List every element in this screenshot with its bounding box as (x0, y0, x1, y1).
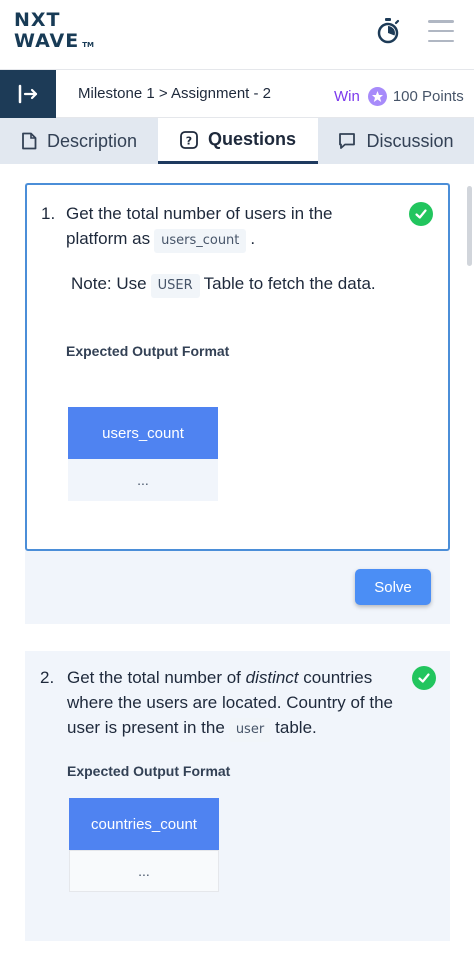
solve-button[interactable]: Solve (355, 569, 431, 605)
tab-questions[interactable]: ? Questions (158, 118, 318, 164)
code-user-table: USER (150, 274, 200, 298)
expected-output-label: Expected Output Format (66, 343, 230, 359)
win-label: Win (334, 88, 360, 105)
tab-discussion[interactable]: Discussion (318, 118, 474, 164)
logo-line2: WAVE TM (14, 30, 94, 52)
table-header: countries_count (69, 798, 219, 850)
question-1-text: Get the total number of users in the pla… (66, 201, 376, 253)
stopwatch-icon[interactable] (374, 17, 402, 45)
tab-discussion-label: Discussion (366, 130, 454, 151)
tab-questions-label: Questions (207, 129, 296, 149)
expected-output-table: countries_count ... (69, 798, 219, 892)
table-cell: ... (68, 459, 218, 501)
code-users-count: users_count (154, 229, 247, 253)
logo-line1: NXT (14, 9, 61, 31)
scrollbar[interactable] (467, 186, 472, 266)
completed-check-icon (412, 666, 436, 690)
table-cell: ... (69, 850, 219, 892)
points-value: 100 Points (392, 88, 464, 105)
table-header: users_count (68, 407, 218, 459)
top-bar: NXT WAVE TM (0, 0, 474, 70)
question-1-card[interactable]: 1. Get the total number of users in the … (25, 183, 450, 551)
expected-output-table: users_count ... (68, 407, 218, 501)
breadcrumb-bar: Milestone 1 > Assignment - 2 Win 100 Poi… (0, 70, 474, 118)
question-1-note: Note: Use USER Table to fetch the data. (66, 271, 396, 298)
tab-description[interactable]: Description (0, 118, 158, 164)
collapse-sidebar-button[interactable] (0, 70, 56, 118)
tab-description-label: Description (46, 130, 138, 151)
collapse-sidebar-icon (18, 84, 38, 104)
completed-check-icon (409, 202, 433, 226)
question-1-section: 1. Get the total number of users in the … (25, 183, 450, 624)
points-coin-icon (367, 87, 387, 106)
question-2-section[interactable]: 2. Get the total number of distinct coun… (25, 651, 450, 941)
question-icon: ? (180, 130, 198, 149)
question-2-text: Get the total number of distinct countri… (67, 665, 397, 742)
tab-bar: Description ? Questions Discussion (0, 118, 474, 164)
question-2-number: 2. (40, 668, 55, 687)
breadcrumb[interactable]: Milestone 1 > Assignment - 2 (78, 85, 271, 102)
document-icon (21, 132, 37, 150)
app-root: NXT WAVETM Milestone 1 > Assignment - 2 (0, 0, 474, 953)
emphasis-distinct: distinct (245, 668, 299, 687)
svg-text:?: ? (186, 134, 192, 147)
questions-panel[interactable]: 1. Get the total number of users in the … (0, 164, 474, 953)
nxtwave-logo[interactable]: NXT WAVE TM (14, 10, 94, 56)
win-points: Win 100 Points (334, 87, 464, 106)
expected-output-label: Expected Output Format (67, 763, 231, 779)
chat-icon (338, 132, 356, 150)
code-user: user (228, 718, 272, 742)
hamburger-menu-icon[interactable] (428, 20, 454, 42)
question-1-number: 1. (41, 204, 56, 223)
